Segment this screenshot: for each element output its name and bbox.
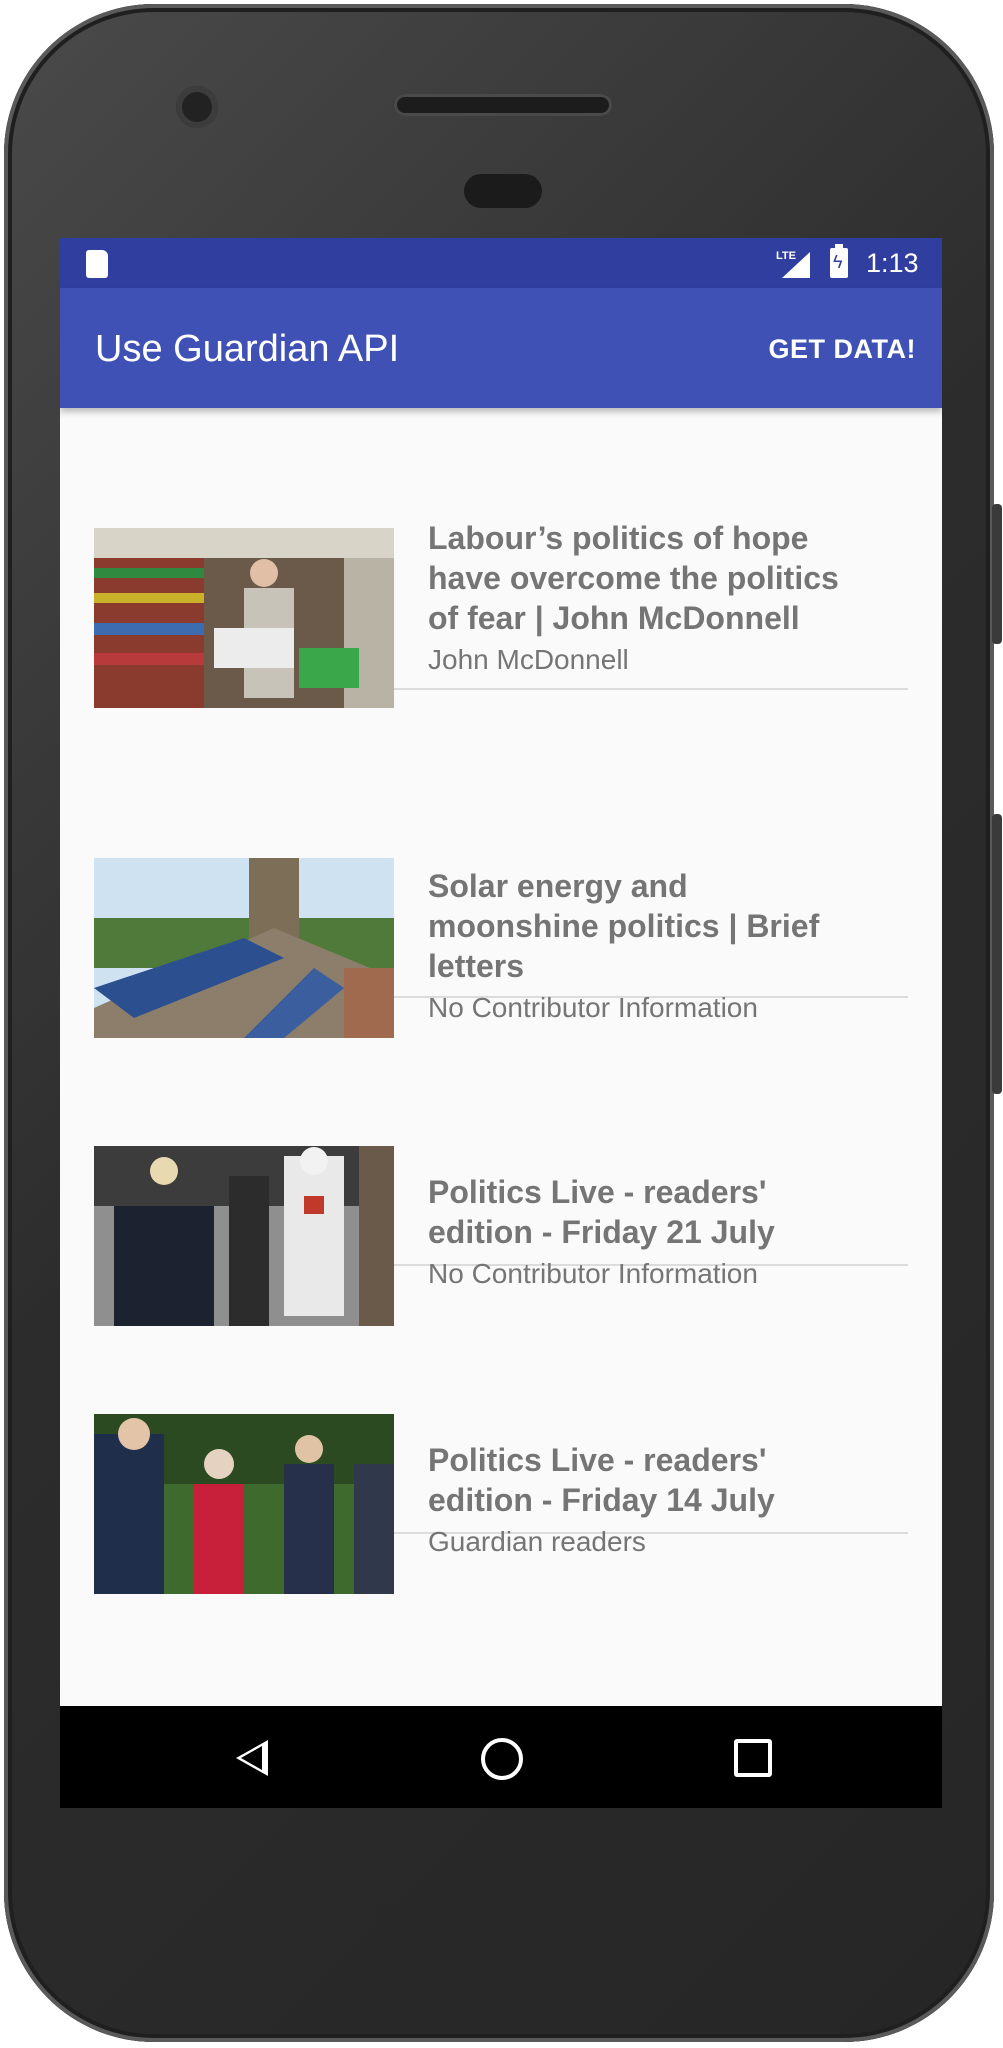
article-contributor: John McDonnell: [428, 644, 629, 675]
home-icon[interactable]: [481, 1738, 523, 1780]
power-button: [992, 504, 1002, 644]
article-headline: Labour’s politics of hope have overcome …: [428, 520, 839, 636]
article-contributor: Guardian readers: [428, 1526, 646, 1557]
get-data-button[interactable]: GET DATA!: [769, 334, 916, 365]
back-icon[interactable]: [236, 1740, 268, 1776]
app-bar: Use Guardian API GET DATA!: [60, 288, 942, 408]
battery-charging-icon: ϟ: [830, 244, 848, 278]
status-time: 1:13: [866, 248, 919, 278]
article-text: Politics Live - readers' edition - Frida…: [428, 1440, 848, 1558]
earpiece-speaker: [394, 94, 612, 116]
article-headline: Politics Live - readers' edition - Frida…: [428, 1174, 775, 1250]
front-camera: [176, 86, 218, 128]
article-text: Labour’s politics of hope have overcome …: [428, 518, 848, 676]
recent-apps-icon[interactable]: [734, 1739, 772, 1777]
sd-card-icon: [86, 250, 108, 278]
screen: LTE ϟ 1:13 Use Guardian API GET DATA! La…: [60, 238, 942, 1808]
app-title: Use Guardian API: [95, 328, 400, 370]
article-thumbnail: [94, 528, 394, 708]
phone-frame: LTE ϟ 1:13 Use Guardian API GET DATA! La…: [4, 4, 1002, 2042]
article-headline: Politics Live - readers' edition - Frida…: [428, 1442, 775, 1518]
article-headline: Solar energy and moonshine politics | Br…: [428, 868, 820, 984]
proximity-sensor: [464, 174, 542, 208]
article-thumbnail: [94, 1414, 394, 1594]
navigation-bar: [60, 1706, 942, 1808]
volume-button: [992, 814, 1002, 1094]
status-bar: LTE ϟ 1:13: [60, 238, 942, 288]
signal-icon: [782, 252, 810, 278]
